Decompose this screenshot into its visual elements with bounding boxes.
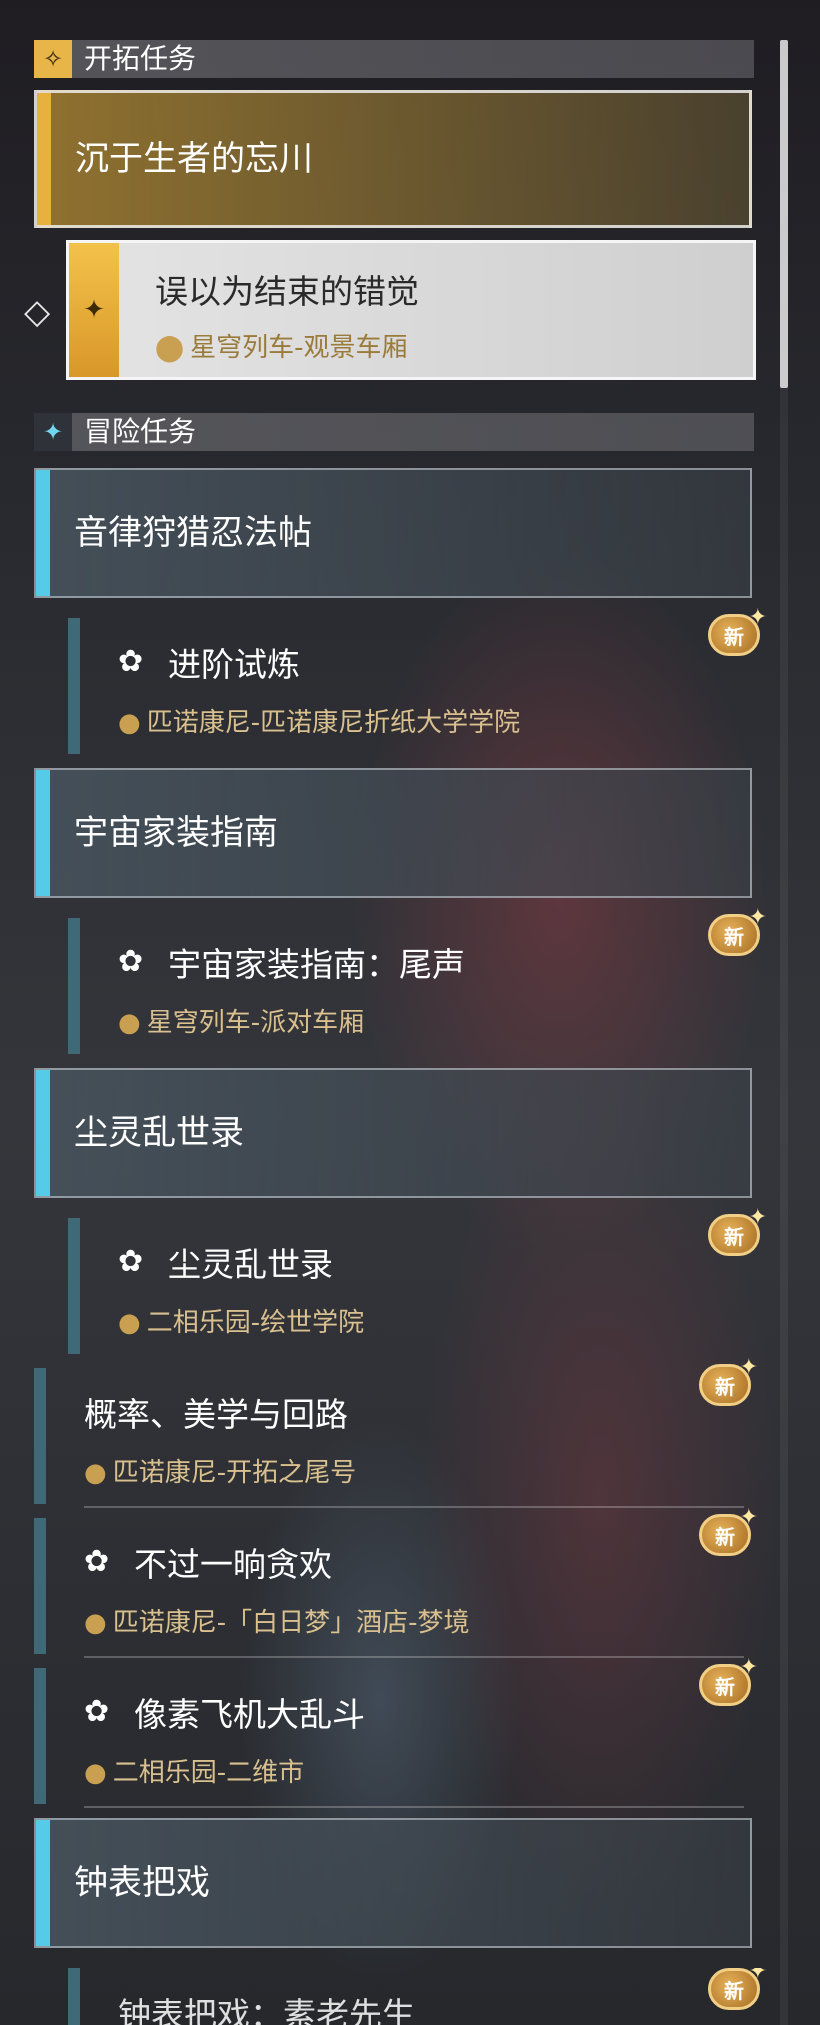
quest-location: ● 二相乐园-二维市 (84, 1758, 305, 1788)
quest-title: 尘灵乱世录 (168, 1245, 333, 1284)
quest-gem-icon: ✦ (69, 243, 119, 377)
group-accent-bar (36, 470, 50, 596)
new-badge: 新 ✦ (699, 1505, 758, 1556)
quest-pawprint-icon: ✿ (84, 1694, 110, 1729)
quest-indent-bar (34, 1518, 46, 1654)
quest-title: 误以为结束的错觉 (155, 272, 419, 311)
new-badge: 新 ✦ (699, 1355, 758, 1406)
quest-group-card[interactable]: 尘灵乱世录 (34, 1068, 752, 1198)
quest-title: 钟表把戏：素老先生 (118, 1995, 415, 2025)
group-title: 音律狩猎忍法帖 (74, 513, 312, 553)
quest-indent-bar (68, 618, 80, 754)
location-pin-icon: ● (118, 1308, 141, 1338)
quest-item[interactable]: ✿ 像素飞机大乱斗 ● 二相乐园-二维市 新 ✦ (34, 1655, 758, 1808)
quest-location: ● 匹诺康尼-匹诺康尼折纸大学学院 (118, 708, 521, 738)
adventure-star-icon: ✦ (34, 413, 72, 451)
quest-title: 进阶试炼 (168, 645, 300, 684)
quest-location: ● 匹诺康尼-开拓之尾号 (84, 1458, 357, 1488)
new-badge: 新 ✦ (699, 1655, 758, 1706)
quest-title: 宇宙家装指南：尾声 (168, 945, 465, 984)
group-title: 尘灵乱世录 (74, 1113, 244, 1153)
group-accent-bar (36, 1820, 50, 1946)
active-quest-card[interactable]: ✦ 误以为结束的错觉 ⬤ 星穹列车-观景车厢 (66, 240, 756, 380)
quest-divider (84, 1656, 744, 1658)
selection-arrow-icon: ◇ (24, 292, 51, 332)
location-pin-icon: ● (84, 1458, 107, 1488)
trailblaze-group-card[interactable]: 沉于生者的忘川 (34, 90, 752, 228)
new-badge: 新 ✦ (708, 1968, 767, 2010)
quest-group-card[interactable]: 宇宙家装指南 (34, 768, 752, 898)
quest-indent-bar (68, 1968, 80, 2025)
quest-indent-bar (34, 1668, 46, 1804)
group-accent-bar (36, 770, 50, 896)
group-title: 钟表把戏 (74, 1863, 210, 1903)
location-pin-icon: ⬤ (155, 333, 185, 363)
quest-pawprint-icon: ✿ (84, 1544, 110, 1579)
location-pin-icon: ● (84, 1608, 107, 1638)
quest-item[interactable]: 概率、美学与回路 ● 匹诺康尼-开拓之尾号 新 ✦ (34, 1355, 758, 1508)
quest-item[interactable]: ✿ 进阶试炼 ● 匹诺康尼-匹诺康尼折纸大学学院 新 ✦ (68, 605, 768, 758)
group-accent-bar (37, 93, 51, 225)
section-title: 冒险任务 (84, 415, 197, 448)
quest-pawprint-icon: ✿ (118, 644, 144, 679)
trailblaze-section-header: ✧ 开拓任务 (34, 40, 754, 78)
adventure-section-header: ✦ 冒险任务 (34, 413, 754, 451)
group-accent-bar (36, 1070, 50, 1196)
new-badge: 新 ✦ (708, 1205, 767, 1256)
quest-location: ● 星穹列车-派对车厢 (118, 1008, 365, 1038)
section-title: 开拓任务 (84, 42, 197, 75)
quest-group-card[interactable]: 钟表把戏 (34, 1818, 752, 1948)
quest-divider (84, 1806, 744, 1808)
scrollbar-thumb[interactable] (780, 40, 788, 388)
quest-location: ● 匹诺康尼-「白日梦」酒店-梦境 (84, 1608, 470, 1638)
new-badge: 新 ✦ (708, 605, 767, 656)
quest-item[interactable]: ✿ 尘灵乱世录 ● 二相乐园-绘世学院 新 ✦ (68, 1205, 768, 1358)
new-badge: 新 ✦ (708, 905, 767, 956)
quest-divider (84, 1506, 744, 1508)
location-pin-icon: ● (118, 1008, 141, 1038)
quest-item[interactable]: 钟表把戏：素老先生 新 ✦ (68, 1968, 768, 2025)
quest-location: ● 二相乐园-绘世学院 (118, 1308, 365, 1338)
quest-pawprint-icon: ✿ (118, 944, 144, 979)
quest-indent-bar (68, 918, 80, 1054)
location-pin-icon: ● (118, 708, 141, 738)
quest-item[interactable]: ✿ 不过一晌贪欢 ● 匹诺康尼-「白日梦」酒店-梦境 新 ✦ (34, 1505, 758, 1658)
quest-indent-bar (68, 1218, 80, 1354)
group-title: 沉于生者的忘川 (75, 139, 313, 179)
quest-group-card[interactable]: 音律狩猎忍法帖 (34, 468, 752, 598)
quest-item[interactable]: ✿ 宇宙家装指南：尾声 ● 星穹列车-派对车厢 新 ✦ (68, 905, 768, 1058)
group-title: 宇宙家装指南 (74, 813, 278, 853)
quest-location: ⬤ 星穹列车-观景车厢 (155, 333, 408, 363)
quest-title: 不过一晌贪欢 (134, 1545, 332, 1584)
location-pin-icon: ● (84, 1758, 107, 1788)
quest-pawprint-icon: ✿ (118, 1244, 144, 1279)
quest-title: 像素飞机大乱斗 (134, 1695, 365, 1734)
trailblaze-star-icon: ✧ (34, 40, 72, 78)
quest-title: 概率、美学与回路 (84, 1395, 348, 1434)
quest-indent-bar (34, 1368, 46, 1504)
